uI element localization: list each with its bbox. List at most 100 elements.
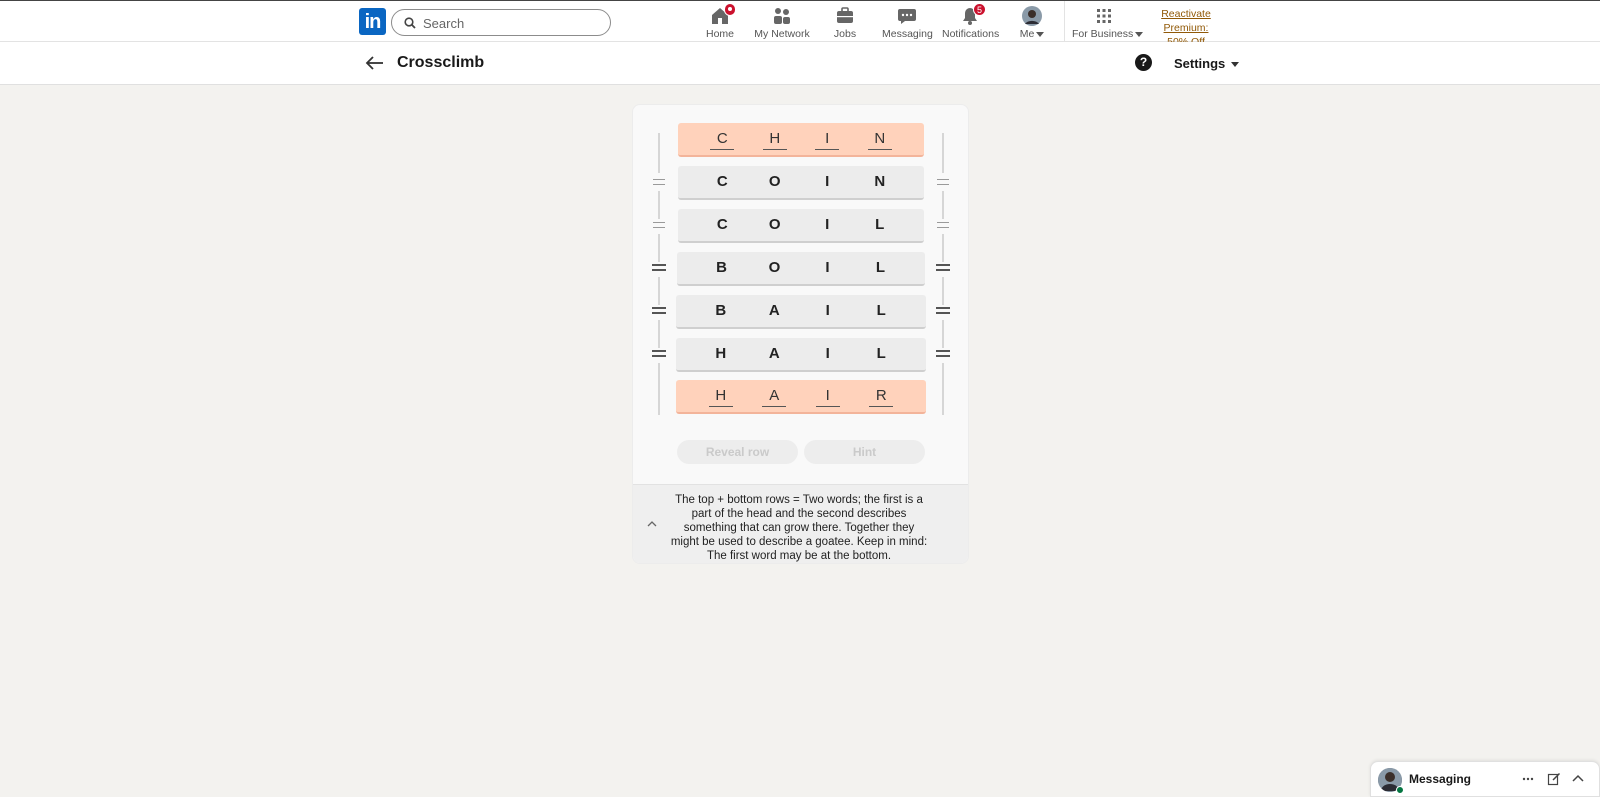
rail-segment xyxy=(658,277,660,305)
letter-cell: H xyxy=(762,129,787,150)
messaging-overlay[interactable]: Messaging xyxy=(1370,761,1600,797)
word-row[interactable]: H A I L xyxy=(676,338,926,372)
letter-cell: A xyxy=(762,386,787,407)
letter-cell: L xyxy=(875,259,886,276)
letter-cell: L xyxy=(876,302,886,319)
letter-cell: A xyxy=(768,345,780,362)
jobs-icon xyxy=(835,6,855,26)
chevron-down-icon xyxy=(1230,62,1239,68)
nav-my-network[interactable]: My Network xyxy=(753,6,811,42)
game-header: Crossclimb ? Settings xyxy=(0,42,1600,85)
right-rail xyxy=(936,133,950,415)
nav-messaging-label: Messaging xyxy=(882,28,933,40)
nav-notifications-label: Notifications xyxy=(942,28,1000,40)
word-row-locked-top: C H I N xyxy=(678,123,924,157)
letter-cell: O xyxy=(768,173,781,190)
rail-segment xyxy=(942,320,944,348)
letter-cell: C xyxy=(716,173,728,190)
letter-cell: N xyxy=(867,129,892,150)
letter-cell: I xyxy=(825,345,830,362)
grid-icon xyxy=(1094,6,1114,26)
linkedin-logo[interactable]: in xyxy=(359,8,386,35)
hint-button[interactable]: Hint xyxy=(804,440,925,464)
letter-cell: O xyxy=(768,216,781,233)
settings-dropdown[interactable]: Settings xyxy=(1174,56,1239,71)
premium-line-1: Reactivate Premium: xyxy=(1161,8,1211,34)
nav-me-label: Me xyxy=(1016,28,1048,40)
letter-cell: H xyxy=(708,386,733,407)
network-icon xyxy=(772,6,792,26)
search-icon xyxy=(404,17,416,29)
nav-my-network-label: My Network xyxy=(754,28,810,40)
rail-segment xyxy=(942,234,944,262)
nav-home[interactable]: Home xyxy=(704,3,736,42)
word-row[interactable]: C O I L xyxy=(678,209,924,243)
letter-cell: A xyxy=(768,302,780,319)
avatar xyxy=(1022,6,1042,26)
bell-icon: 5 xyxy=(960,3,986,26)
clue-panel: The top + bottom rows = Two words; the f… xyxy=(633,484,968,563)
rail-segment xyxy=(942,363,944,415)
equals-icon xyxy=(936,307,950,314)
equals-icon xyxy=(937,179,949,185)
word-row[interactable]: C O I N xyxy=(678,166,924,200)
equals-icon xyxy=(653,179,665,185)
equals-icon xyxy=(653,222,665,228)
rail-segment xyxy=(658,133,660,173)
letter-cell: I xyxy=(815,129,840,150)
more-options-icon[interactable] xyxy=(1521,772,1535,786)
letter-cell: I xyxy=(825,173,830,190)
home-badge xyxy=(724,3,736,16)
help-icon[interactable]: ? xyxy=(1135,54,1152,71)
reveal-row-button[interactable]: Reveal row xyxy=(677,440,798,464)
search-box[interactable] xyxy=(391,9,611,36)
nav-for-business[interactable]: For Business xyxy=(1072,6,1144,42)
nav-jobs[interactable]: Jobs xyxy=(832,6,858,42)
back-arrow-icon[interactable] xyxy=(364,52,386,74)
compose-icon[interactable] xyxy=(1547,772,1561,786)
clue-text: The top + bottom rows = Two words; the f… xyxy=(670,494,928,562)
nav-notifications[interactable]: 5 Notifications xyxy=(942,3,1000,42)
left-rail xyxy=(652,133,666,415)
crossclimb-board: C H I N C O I N C O I L B O I L B A I L … xyxy=(632,104,969,564)
nav-me[interactable]: Me xyxy=(1016,6,1048,42)
nav-for-business-label: For Business xyxy=(1072,28,1144,40)
letter-cell: I xyxy=(825,216,830,233)
equals-icon xyxy=(652,264,666,271)
home-icon xyxy=(710,3,736,26)
word-row-locked-bottom: H A I R xyxy=(676,380,926,414)
equals-icon xyxy=(936,350,950,357)
equals-icon xyxy=(936,264,950,271)
letter-cell: O xyxy=(768,259,781,276)
settings-label: Settings xyxy=(1174,56,1226,71)
nav-divider xyxy=(1064,1,1065,42)
nav-messaging[interactable]: Messaging xyxy=(882,6,933,42)
word-row[interactable]: B A I L xyxy=(676,295,926,329)
chevron-down-icon xyxy=(1036,31,1045,37)
rail-segment xyxy=(658,234,660,262)
top-navbar: in Home My Network Jobs Messaging xyxy=(0,0,1600,48)
chevron-up-icon[interactable] xyxy=(647,519,657,529)
equals-icon xyxy=(652,307,666,314)
letter-cell: N xyxy=(874,173,886,190)
rail-segment xyxy=(942,277,944,305)
notifications-badge: 5 xyxy=(973,3,986,16)
online-status-icon xyxy=(1396,786,1404,794)
equals-icon xyxy=(652,350,666,357)
page-title: Crossclimb xyxy=(397,54,485,71)
letter-cell: L xyxy=(875,216,885,233)
chevron-up-icon[interactable] xyxy=(1571,772,1585,786)
letter-cell: I xyxy=(825,259,830,276)
letter-cell: R xyxy=(869,386,894,407)
messaging-icon xyxy=(897,6,917,26)
rail-segment xyxy=(942,191,944,219)
letter-cell: I xyxy=(815,386,840,407)
letter-cell: H xyxy=(715,345,727,362)
rail-segment xyxy=(658,320,660,348)
word-row[interactable]: B O I L xyxy=(677,252,925,286)
rail-segment xyxy=(942,133,944,173)
search-input[interactable] xyxy=(423,14,593,32)
nav-jobs-label: Jobs xyxy=(833,28,857,40)
letter-cell: B xyxy=(716,259,727,276)
rail-segment xyxy=(658,191,660,219)
